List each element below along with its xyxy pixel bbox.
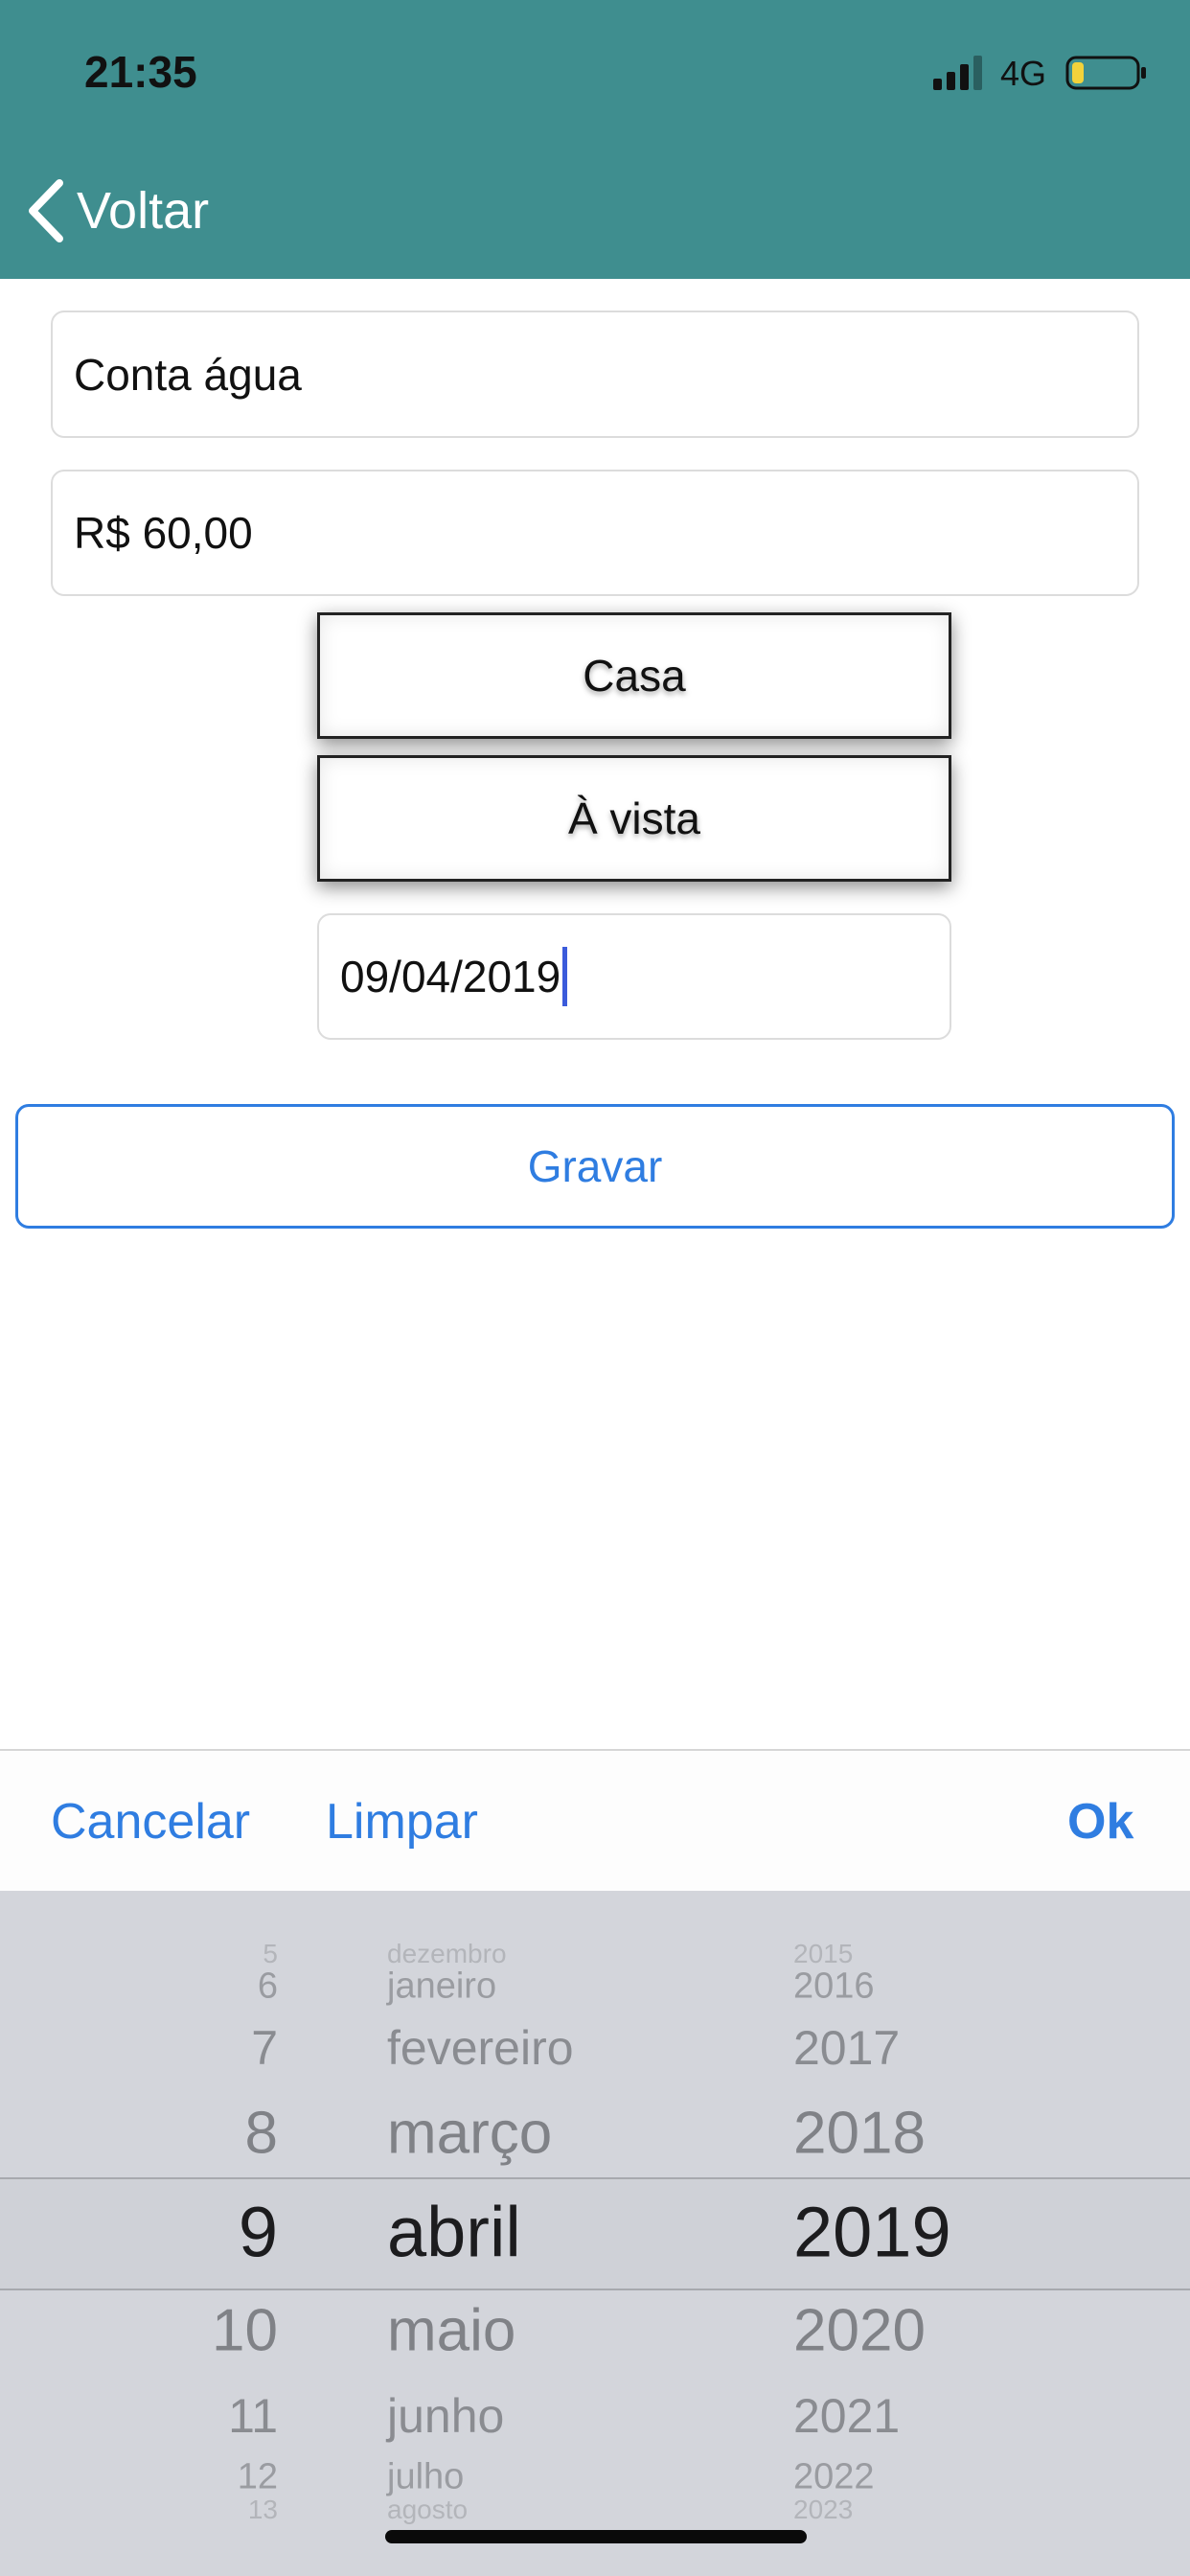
nav-header: 21:35 4G Voltar bbox=[0, 0, 1190, 279]
home-indicator bbox=[385, 2530, 807, 2543]
picker-day-option[interactable]: 8 bbox=[245, 2100, 278, 2168]
picker-day-option[interactable]: 10 bbox=[212, 2297, 278, 2365]
status-time: 21:35 bbox=[84, 47, 197, 97]
description-value: Conta água bbox=[74, 349, 302, 400]
back-label: Voltar bbox=[77, 182, 210, 240]
picker-year-option[interactable]: 2023 bbox=[793, 2495, 853, 2525]
date-field[interactable]: 09/04/2019 bbox=[317, 913, 951, 1040]
signal-bars-icon bbox=[933, 56, 982, 90]
save-button[interactable]: Gravar bbox=[15, 1104, 1175, 1229]
category-label: Casa bbox=[583, 651, 686, 701]
amount-value: R$ 60,00 bbox=[74, 508, 253, 558]
picker-year-selected[interactable]: 2019 bbox=[793, 2192, 951, 2273]
picker-day-option[interactable]: 12 bbox=[238, 2457, 278, 2498]
picker-month-selected[interactable]: abril bbox=[387, 2192, 521, 2273]
picker-year-option[interactable]: 2022 bbox=[793, 2457, 875, 2498]
picker-month-option[interactable]: junho bbox=[387, 2388, 504, 2444]
picker-year-option[interactable]: 2021 bbox=[793, 2388, 900, 2444]
text-cursor bbox=[562, 947, 568, 1006]
picker-day-option[interactable]: 13 bbox=[248, 2495, 278, 2525]
picker-toolbar: Cancelar Limpar Ok bbox=[0, 1749, 1190, 1893]
picker-year-option[interactable]: 2016 bbox=[793, 1966, 875, 2008]
picker-day-option[interactable]: 6 bbox=[258, 1966, 278, 2008]
picker-month-option[interactable]: março bbox=[387, 2100, 552, 2168]
network-type: 4G bbox=[1000, 54, 1047, 93]
battery-low-icon bbox=[1065, 56, 1146, 90]
picker-month-option[interactable]: agosto bbox=[387, 2495, 468, 2525]
picker-day-option[interactable]: 5 bbox=[263, 1939, 278, 1969]
picker-year-option[interactable]: 2020 bbox=[793, 2297, 926, 2365]
picker-day-selected[interactable]: 9 bbox=[239, 2192, 278, 2273]
picker-year-option[interactable]: 2015 bbox=[793, 1939, 853, 1969]
amount-field[interactable]: R$ 60,00 bbox=[51, 470, 1139, 596]
date-value: 09/04/2019 bbox=[340, 952, 561, 1001]
cancel-button[interactable]: Cancelar bbox=[51, 1793, 250, 1851]
category-button[interactable]: Casa bbox=[317, 612, 951, 739]
payment-type-label: À vista bbox=[567, 794, 701, 843]
save-label: Gravar bbox=[527, 1141, 663, 1191]
back-button[interactable]: Voltar bbox=[23, 172, 209, 249]
picker-month-option[interactable]: maio bbox=[387, 2297, 515, 2365]
picker-day-option[interactable]: 11 bbox=[228, 2388, 278, 2444]
picker-month-option[interactable]: fevereiro bbox=[387, 2020, 574, 2076]
date-picker[interactable]: 5 6 7 8 9 10 11 12 13 dezembro janeiro f… bbox=[0, 1891, 1190, 2576]
payment-type-button[interactable]: À vista bbox=[317, 755, 951, 882]
description-field[interactable]: Conta água bbox=[51, 310, 1139, 438]
clear-button[interactable]: Limpar bbox=[326, 1793, 478, 1851]
picker-year-option[interactable]: 2018 bbox=[793, 2100, 926, 2168]
ok-button[interactable]: Ok bbox=[1067, 1793, 1133, 1851]
picker-month-option[interactable]: julho bbox=[387, 2457, 464, 2498]
picker-day-option[interactable]: 7 bbox=[251, 2020, 278, 2076]
picker-month-option[interactable]: dezembro bbox=[387, 1939, 507, 1969]
picker-year-option[interactable]: 2017 bbox=[793, 2020, 900, 2076]
picker-month-option[interactable]: janeiro bbox=[387, 1966, 496, 2008]
picker-selection-band bbox=[0, 2177, 1190, 2290]
chevron-left-icon bbox=[29, 179, 63, 242]
